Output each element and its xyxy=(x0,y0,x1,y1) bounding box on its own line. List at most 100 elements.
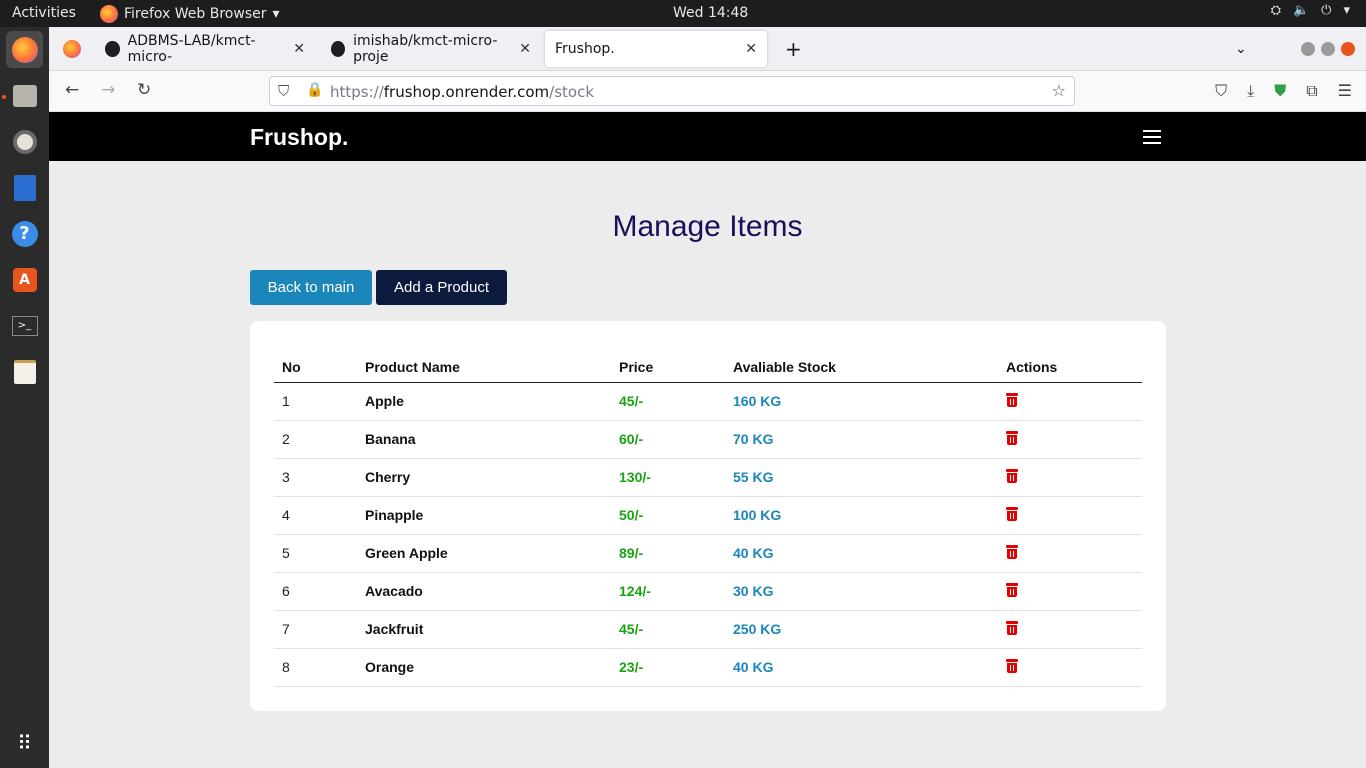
software-launcher[interactable]: A xyxy=(6,261,43,298)
row-actions xyxy=(998,610,1142,649)
firefox-icon xyxy=(63,40,81,58)
list-tabs-button[interactable]: ⌄ xyxy=(1225,31,1255,67)
download-icon[interactable]: ⤓ xyxy=(1247,81,1254,101)
chevron-down-icon: ⌄ xyxy=(1235,41,1247,57)
row-price: 89/- xyxy=(611,534,725,573)
row-stock: 40 KG xyxy=(725,534,998,573)
items-card: No Product Name Price Avaliable Stock Ac… xyxy=(250,321,1166,711)
show-apps-button[interactable]: ⠿ xyxy=(6,724,43,761)
row-stock: 70 KG xyxy=(725,420,998,459)
row-actions xyxy=(998,382,1142,421)
extensions-icon[interactable]: ⧉ xyxy=(1306,81,1317,101)
text-editor-launcher[interactable] xyxy=(6,353,43,390)
minimize-icon[interactable] xyxy=(1301,42,1315,56)
table-row: 8 Orange 23/- 40 KG xyxy=(274,648,1142,687)
row-product-name: Orange xyxy=(357,648,611,687)
table-row: 4 Pinapple 50/- 100 KG xyxy=(274,496,1142,535)
dock: ? A >_ ⠿ xyxy=(0,27,49,768)
activities-button[interactable]: Activities xyxy=(12,5,76,21)
url-bar[interactable]: ⛉ 🔒 https://frushop.onrender.com/stock ☆ xyxy=(269,76,1075,106)
firefox-icon xyxy=(11,36,38,63)
close-icon[interactable]: ✕ xyxy=(519,41,531,57)
row-no: 6 xyxy=(274,572,357,611)
brand-logo[interactable]: Frushop. xyxy=(250,124,348,151)
trash-icon[interactable] xyxy=(1006,582,1018,597)
table-row: 2 Banana 60/- 70 KG xyxy=(274,420,1142,459)
forward-arrow-icon[interactable]: → xyxy=(101,80,115,100)
row-stock: 100 KG xyxy=(725,496,998,535)
tab-imishab[interactable]: imishab/kmct-micro-proje ✕ xyxy=(321,31,541,67)
help-launcher[interactable]: ? xyxy=(6,215,43,252)
tab-adbms[interactable]: ADBMS-LAB/kmct-micro- ✕ xyxy=(95,31,315,67)
row-product-name: Green Apple xyxy=(357,534,611,573)
github-icon xyxy=(105,41,120,57)
tab-frushop[interactable]: Frushop. ✕ xyxy=(545,31,767,67)
window-controls xyxy=(1301,42,1355,56)
trash-icon[interactable] xyxy=(1006,506,1018,521)
web-page: Frushop. Manage Items Back to main Add a… xyxy=(49,112,1366,768)
lock-icon[interactable]: 🔒 xyxy=(306,82,323,98)
system-top-bar: Activities Firefox Web Browser ▾ Wed 14:… xyxy=(0,0,1366,27)
app-menu[interactable]: Firefox Web Browser ▾ xyxy=(100,5,280,23)
software-icon: A xyxy=(12,267,37,292)
bookmark-star-icon[interactable]: ☆ xyxy=(1052,81,1066,100)
table-row: 5 Green Apple 89/- 40 KG xyxy=(274,534,1142,573)
table-body: 1 Apple 45/- 160 KG 2 Banana 60/- 70 KG 3 Cherry 1… xyxy=(274,382,1142,687)
header-stock: Avaliable Stock xyxy=(725,345,998,383)
firefox-launcher[interactable] xyxy=(6,31,43,68)
back-to-main-button[interactable]: Back to main xyxy=(250,270,372,305)
row-no: 1 xyxy=(274,382,357,421)
row-stock: 30 KG xyxy=(725,572,998,611)
row-product-name: Jackfruit xyxy=(357,610,611,649)
shield-extension-icon[interactable]: ⛊ xyxy=(1274,81,1286,101)
table-row: 1 Apple 45/- 160 KG xyxy=(274,382,1142,421)
trash-icon[interactable] xyxy=(1006,430,1018,445)
terminal-icon: >_ xyxy=(11,315,38,336)
row-no: 4 xyxy=(274,496,357,535)
tab-strip: ADBMS-LAB/kmct-micro- ✕ imishab/kmct-mic… xyxy=(49,27,1366,71)
system-tray[interactable]: ⛭ 🔈 ⏻ ▾ xyxy=(1271,3,1350,18)
writer-launcher[interactable] xyxy=(6,169,43,206)
files-launcher[interactable] xyxy=(6,77,43,114)
tab-label: Frushop. xyxy=(555,41,615,57)
trash-icon[interactable] xyxy=(1006,392,1018,407)
network-icon: ⛭ xyxy=(1270,3,1281,18)
row-product-name: Banana xyxy=(357,420,611,459)
close-icon[interactable]: ✕ xyxy=(293,41,305,57)
maximize-icon[interactable] xyxy=(1321,42,1335,56)
text-editor-icon xyxy=(13,359,36,384)
close-window-icon[interactable] xyxy=(1341,42,1355,56)
close-icon[interactable]: ✕ xyxy=(745,41,757,57)
trash-icon[interactable] xyxy=(1006,620,1018,635)
add-product-button[interactable]: Add a Product xyxy=(376,270,507,305)
shield-icon[interactable]: ⛉ xyxy=(278,82,289,100)
toolbar-icons: ⛉ ⤓ ⛊ ⧉ ☰ xyxy=(1215,81,1352,101)
site-header: Frushop. xyxy=(49,112,1366,161)
row-product-name: Apple xyxy=(357,382,611,421)
clock[interactable]: Wed 14:48 xyxy=(673,5,748,21)
row-actions xyxy=(998,572,1142,611)
row-product-name: Cherry xyxy=(357,458,611,497)
tab-label: ADBMS-LAB/kmct-micro- xyxy=(127,33,256,65)
reload-icon[interactable]: ↻ xyxy=(137,80,151,100)
trash-icon[interactable] xyxy=(1006,468,1018,483)
hamburger-menu-icon[interactable] xyxy=(1143,130,1161,144)
row-price: 60/- xyxy=(611,420,725,459)
new-tab-button[interactable]: + xyxy=(775,31,807,67)
volume-icon: 🔈 xyxy=(1292,3,1310,18)
grid-icon: ⠿ xyxy=(17,730,32,755)
back-arrow-icon[interactable]: ← xyxy=(65,80,79,100)
row-stock: 250 KG xyxy=(725,610,998,649)
pocket-icon[interactable]: ⛉ xyxy=(1215,81,1227,101)
row-no: 7 xyxy=(274,610,357,649)
row-stock: 40 KG xyxy=(725,648,998,687)
row-price: 23/- xyxy=(611,648,725,687)
trash-icon[interactable] xyxy=(1006,544,1018,559)
terminal-launcher[interactable]: >_ xyxy=(6,307,43,344)
firefox-view-button[interactable] xyxy=(53,31,91,67)
menu-icon[interactable]: ☰ xyxy=(1338,81,1352,101)
rhythmbox-launcher[interactable] xyxy=(6,123,43,160)
trash-icon[interactable] xyxy=(1006,658,1018,673)
github-icon xyxy=(331,41,346,57)
row-price: 45/- xyxy=(611,382,725,421)
